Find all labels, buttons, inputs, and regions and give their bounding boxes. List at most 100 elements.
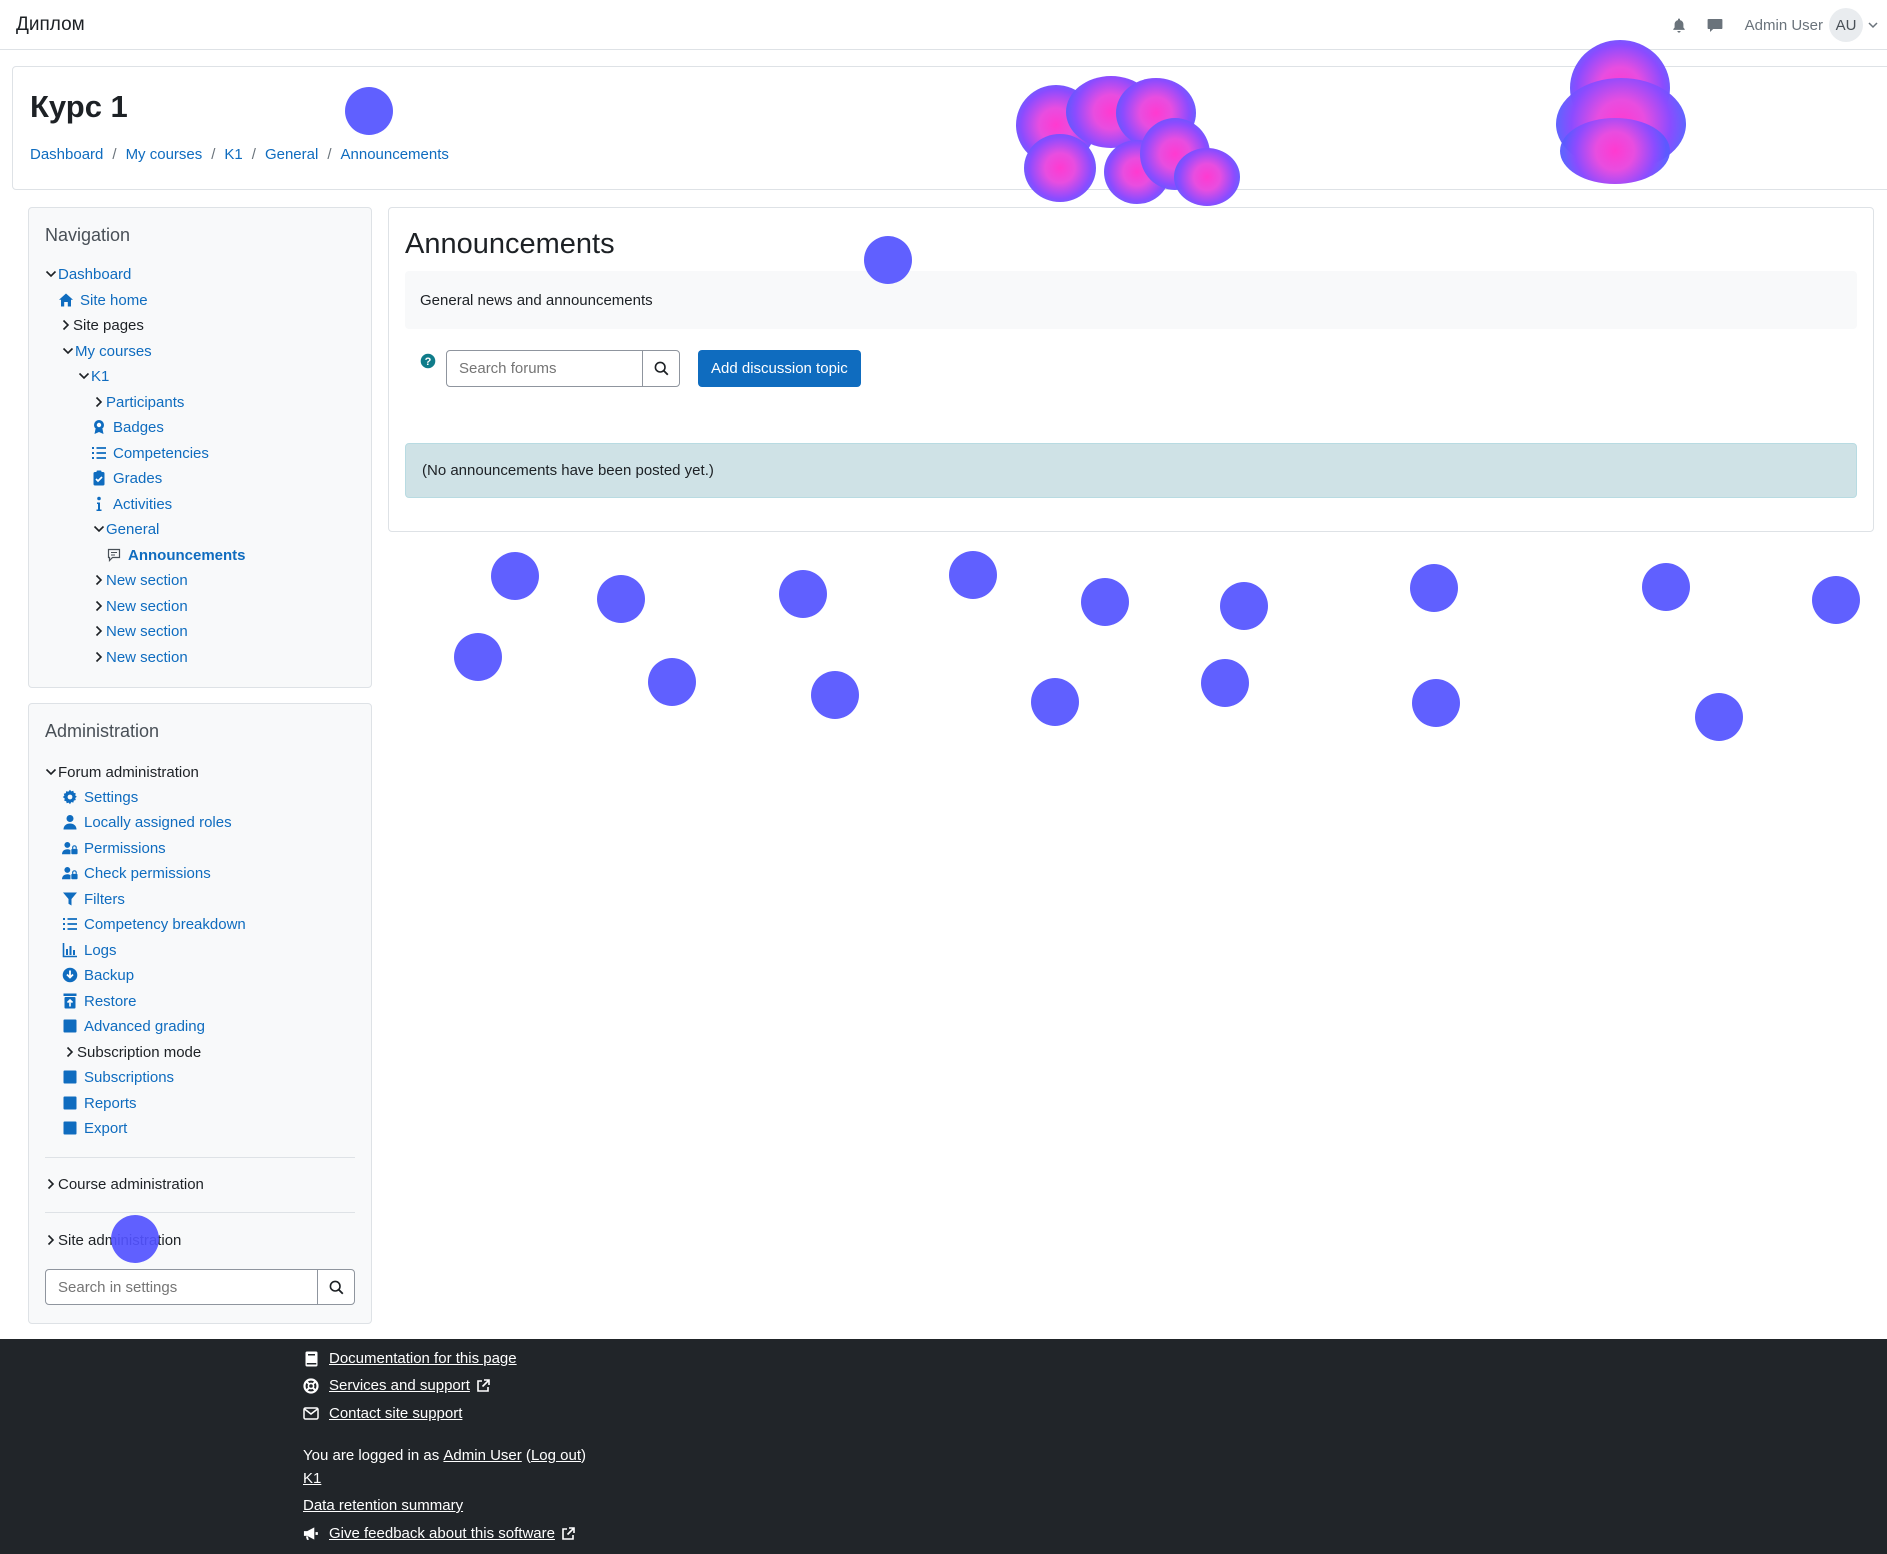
admin-item-settings[interactable]: Settings	[62, 786, 138, 808]
nav-item-grades[interactable]: Grades	[91, 467, 162, 489]
heatmap-point	[111, 1215, 159, 1263]
contact-link[interactable]: Contact site support	[329, 1405, 462, 1422]
book-icon	[303, 1351, 319, 1367]
admin-item-label[interactable]: Check permissions	[84, 865, 211, 882]
admin-item-label[interactable]: Advanced grading	[84, 1018, 205, 1035]
admin-item-subscription-mode[interactable]: Subscription mode	[64, 1041, 201, 1063]
heatmap-point	[1220, 582, 1268, 630]
admin-item-label[interactable]: Locally assigned roles	[84, 814, 232, 831]
chevron-down-icon	[93, 523, 105, 535]
avatar[interactable]: AU	[1829, 8, 1863, 42]
admin-item-check-permissions[interactable]: Check permissions	[62, 862, 211, 884]
heatmap-point	[1695, 693, 1743, 741]
admin-item-label[interactable]: Subscriptions	[84, 1069, 174, 1086]
nav-item-label[interactable]: Announcements	[128, 547, 246, 564]
admin-item-forum-administration[interactable]: Forum administration	[45, 761, 199, 783]
add-discussion-topic-button[interactable]: Add discussion topic	[698, 350, 861, 387]
breadcrumb-my-courses[interactable]: My courses	[126, 146, 203, 163]
nav-item-label[interactable]: Badges	[113, 419, 164, 436]
services-link[interactable]: Services and support	[329, 1377, 470, 1394]
footer-documentation: Documentation for this page	[303, 1350, 517, 1367]
breadcrumb-dashboard[interactable]: Dashboard	[30, 146, 103, 163]
admin-item-locally-assigned-roles[interactable]: Locally assigned roles	[62, 811, 232, 833]
search-button[interactable]	[642, 351, 679, 386]
nav-item-site-home[interactable]: Site home	[58, 289, 148, 311]
nav-item-label[interactable]: Competencies	[113, 445, 209, 462]
nav-item-label[interactable]: New section	[106, 598, 188, 615]
nav-item-site-pages[interactable]: Site pages	[60, 314, 144, 336]
breadcrumb-general[interactable]: General	[265, 146, 318, 163]
admin-item-export[interactable]: Export	[62, 1117, 127, 1139]
admin-item-permissions[interactable]: Permissions	[62, 837, 166, 859]
admin-item-label[interactable]: Filters	[84, 891, 125, 908]
admin-item-restore[interactable]: Restore	[62, 990, 137, 1012]
nav-item-label[interactable]: New section	[106, 623, 188, 640]
logged-user-link[interactable]: Admin User	[443, 1447, 521, 1464]
nav-item-label[interactable]: Site home	[80, 292, 148, 309]
logout-link[interactable]: Log out	[531, 1447, 581, 1464]
nav-item-new-section[interactable]: New section	[93, 620, 188, 642]
user-name[interactable]: Admin User	[1745, 17, 1823, 34]
nav-item-dashboard[interactable]: Dashboard	[45, 263, 131, 285]
breadcrumb-announcements[interactable]: Announcements	[341, 146, 449, 163]
nav-item-general[interactable]: General	[93, 518, 159, 540]
nav-item-my-courses[interactable]: My courses	[62, 340, 152, 362]
nav-item-label[interactable]: Grades	[113, 470, 162, 487]
heatmap-point	[1812, 576, 1860, 624]
nav-item-label[interactable]: My courses	[75, 343, 152, 360]
nav-item-label[interactable]: Dashboard	[58, 266, 131, 283]
forum-search-input[interactable]	[447, 351, 642, 386]
feedback-link[interactable]: Give feedback about this software	[329, 1525, 555, 1542]
documentation-link[interactable]: Documentation for this page	[329, 1350, 517, 1367]
admin-item-backup[interactable]: Backup	[62, 964, 134, 986]
nav-item-label[interactable]: New section	[106, 572, 188, 589]
admin-item-logs[interactable]: Logs	[62, 939, 117, 961]
admin-item-label: Forum administration	[58, 763, 199, 781]
nav-item-k1[interactable]: K1	[78, 365, 109, 387]
square-icon	[62, 1120, 78, 1136]
admin-item-label[interactable]: Restore	[84, 993, 137, 1010]
admin-item-label[interactable]: Export	[84, 1120, 127, 1137]
nav-item-label[interactable]: Participants	[106, 394, 184, 411]
search-button[interactable]	[317, 1270, 354, 1304]
settings-search-input[interactable]	[46, 1270, 317, 1304]
forum-title: Announcements	[405, 228, 615, 260]
nav-item-new-section[interactable]: New section	[93, 569, 188, 591]
breadcrumb-separator: /	[211, 146, 216, 163]
course-link[interactable]: K1	[303, 1470, 321, 1487]
list-icon	[91, 445, 107, 461]
nav-item-label[interactable]: New section	[106, 649, 188, 666]
admin-item-advanced-grading[interactable]: Advanced grading	[62, 1015, 205, 1037]
nav-item-competencies[interactable]: Competencies	[91, 442, 209, 464]
admin-item-subscriptions[interactable]: Subscriptions	[62, 1066, 174, 1088]
admin-item-reports[interactable]: Reports	[62, 1092, 137, 1114]
home-icon	[58, 292, 74, 308]
help-icon[interactable]: ?	[420, 353, 436, 369]
data-retention-link[interactable]: Data retention summary	[303, 1497, 463, 1514]
admin-item-label[interactable]: Permissions	[84, 840, 166, 857]
nav-item-activities[interactable]: Activities	[91, 493, 172, 515]
admin-item-label[interactable]: Settings	[84, 789, 138, 806]
nav-item-label[interactable]: Activities	[113, 496, 172, 513]
admin-item-label[interactable]: Competency breakdown	[84, 916, 246, 933]
site-name[interactable]: Диплом	[16, 14, 85, 36]
breadcrumb-k1[interactable]: K1	[224, 146, 242, 163]
nav-item-participants[interactable]: Participants	[93, 391, 184, 413]
nav-item-label[interactable]: General	[106, 521, 159, 538]
nav-item-badges[interactable]: Badges	[91, 416, 164, 438]
admin-item-competency-breakdown[interactable]: Competency breakdown	[62, 913, 246, 935]
chevron-right-icon	[93, 574, 105, 586]
chat-icon[interactable]	[1707, 17, 1723, 33]
admin-item-filters[interactable]: Filters	[62, 888, 125, 910]
clipboard-icon	[91, 470, 107, 486]
nav-item-new-section[interactable]: New section	[93, 646, 188, 668]
bell-icon[interactable]	[1671, 17, 1687, 33]
admin-item-label[interactable]: Backup	[84, 967, 134, 984]
admin-item-course-administration[interactable]: Course administration	[45, 1173, 204, 1195]
admin-item-label[interactable]: Reports	[84, 1095, 137, 1112]
nav-item-new-section[interactable]: New section	[93, 595, 188, 617]
nav-item-label[interactable]: K1	[91, 368, 109, 385]
nav-item-announcements[interactable]: Announcements	[106, 544, 246, 566]
chevron-down-icon[interactable]	[1867, 19, 1879, 31]
admin-item-label[interactable]: Logs	[84, 942, 117, 959]
